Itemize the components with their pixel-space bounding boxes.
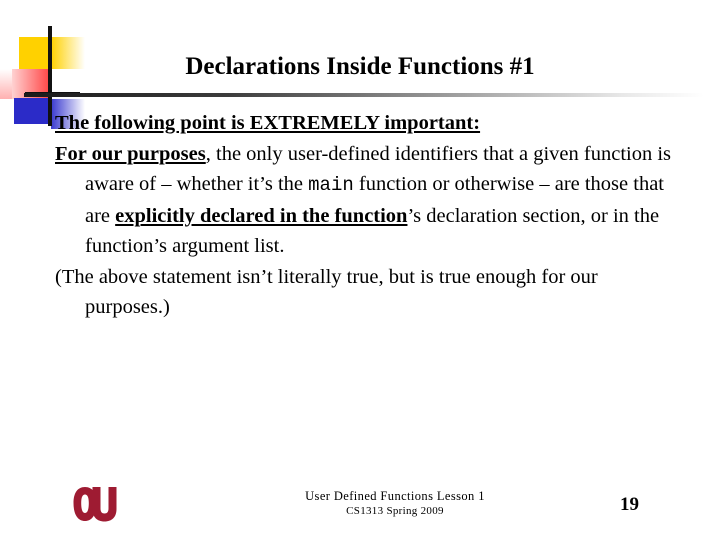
deco-blue-square: [14, 98, 49, 124]
slide-body: The following point is EXTREMELY importa…: [55, 108, 675, 323]
page-number: 19: [620, 494, 639, 515]
footer-course-term: CS1313 Spring 2009: [346, 505, 444, 517]
ou-logo: [72, 484, 120, 528]
paragraph-2-lead-emphasis: For our purposes: [55, 142, 206, 165]
footer-lesson-title: User Defined Functions Lesson 1: [305, 489, 485, 503]
paragraph-2-emphasis: explicitly declared in the function: [115, 204, 408, 227]
title-divider-rule: [24, 93, 704, 97]
slide-title: Declarations Inside Functions #1: [185, 53, 535, 80]
body-paragraph-1: The following point is EXTREMELY importa…: [55, 108, 675, 139]
body-paragraph-3: (The above statement isn’t literally tru…: [55, 262, 675, 323]
slide-canvas: Declarations Inside Functions #1 The fol…: [0, 0, 720, 540]
body-paragraph-2: For our purposes, the only user-defined …: [55, 139, 675, 262]
paragraph-3-text: (The above statement isn’t literally tru…: [55, 265, 598, 319]
paragraph-1-emphasis: The following point is EXTREMELY importa…: [55, 112, 481, 134]
footer-credit: User Defined Functions Lesson 1 CS1313 S…: [230, 489, 560, 518]
paragraph-2-code-main: main: [308, 174, 354, 196]
